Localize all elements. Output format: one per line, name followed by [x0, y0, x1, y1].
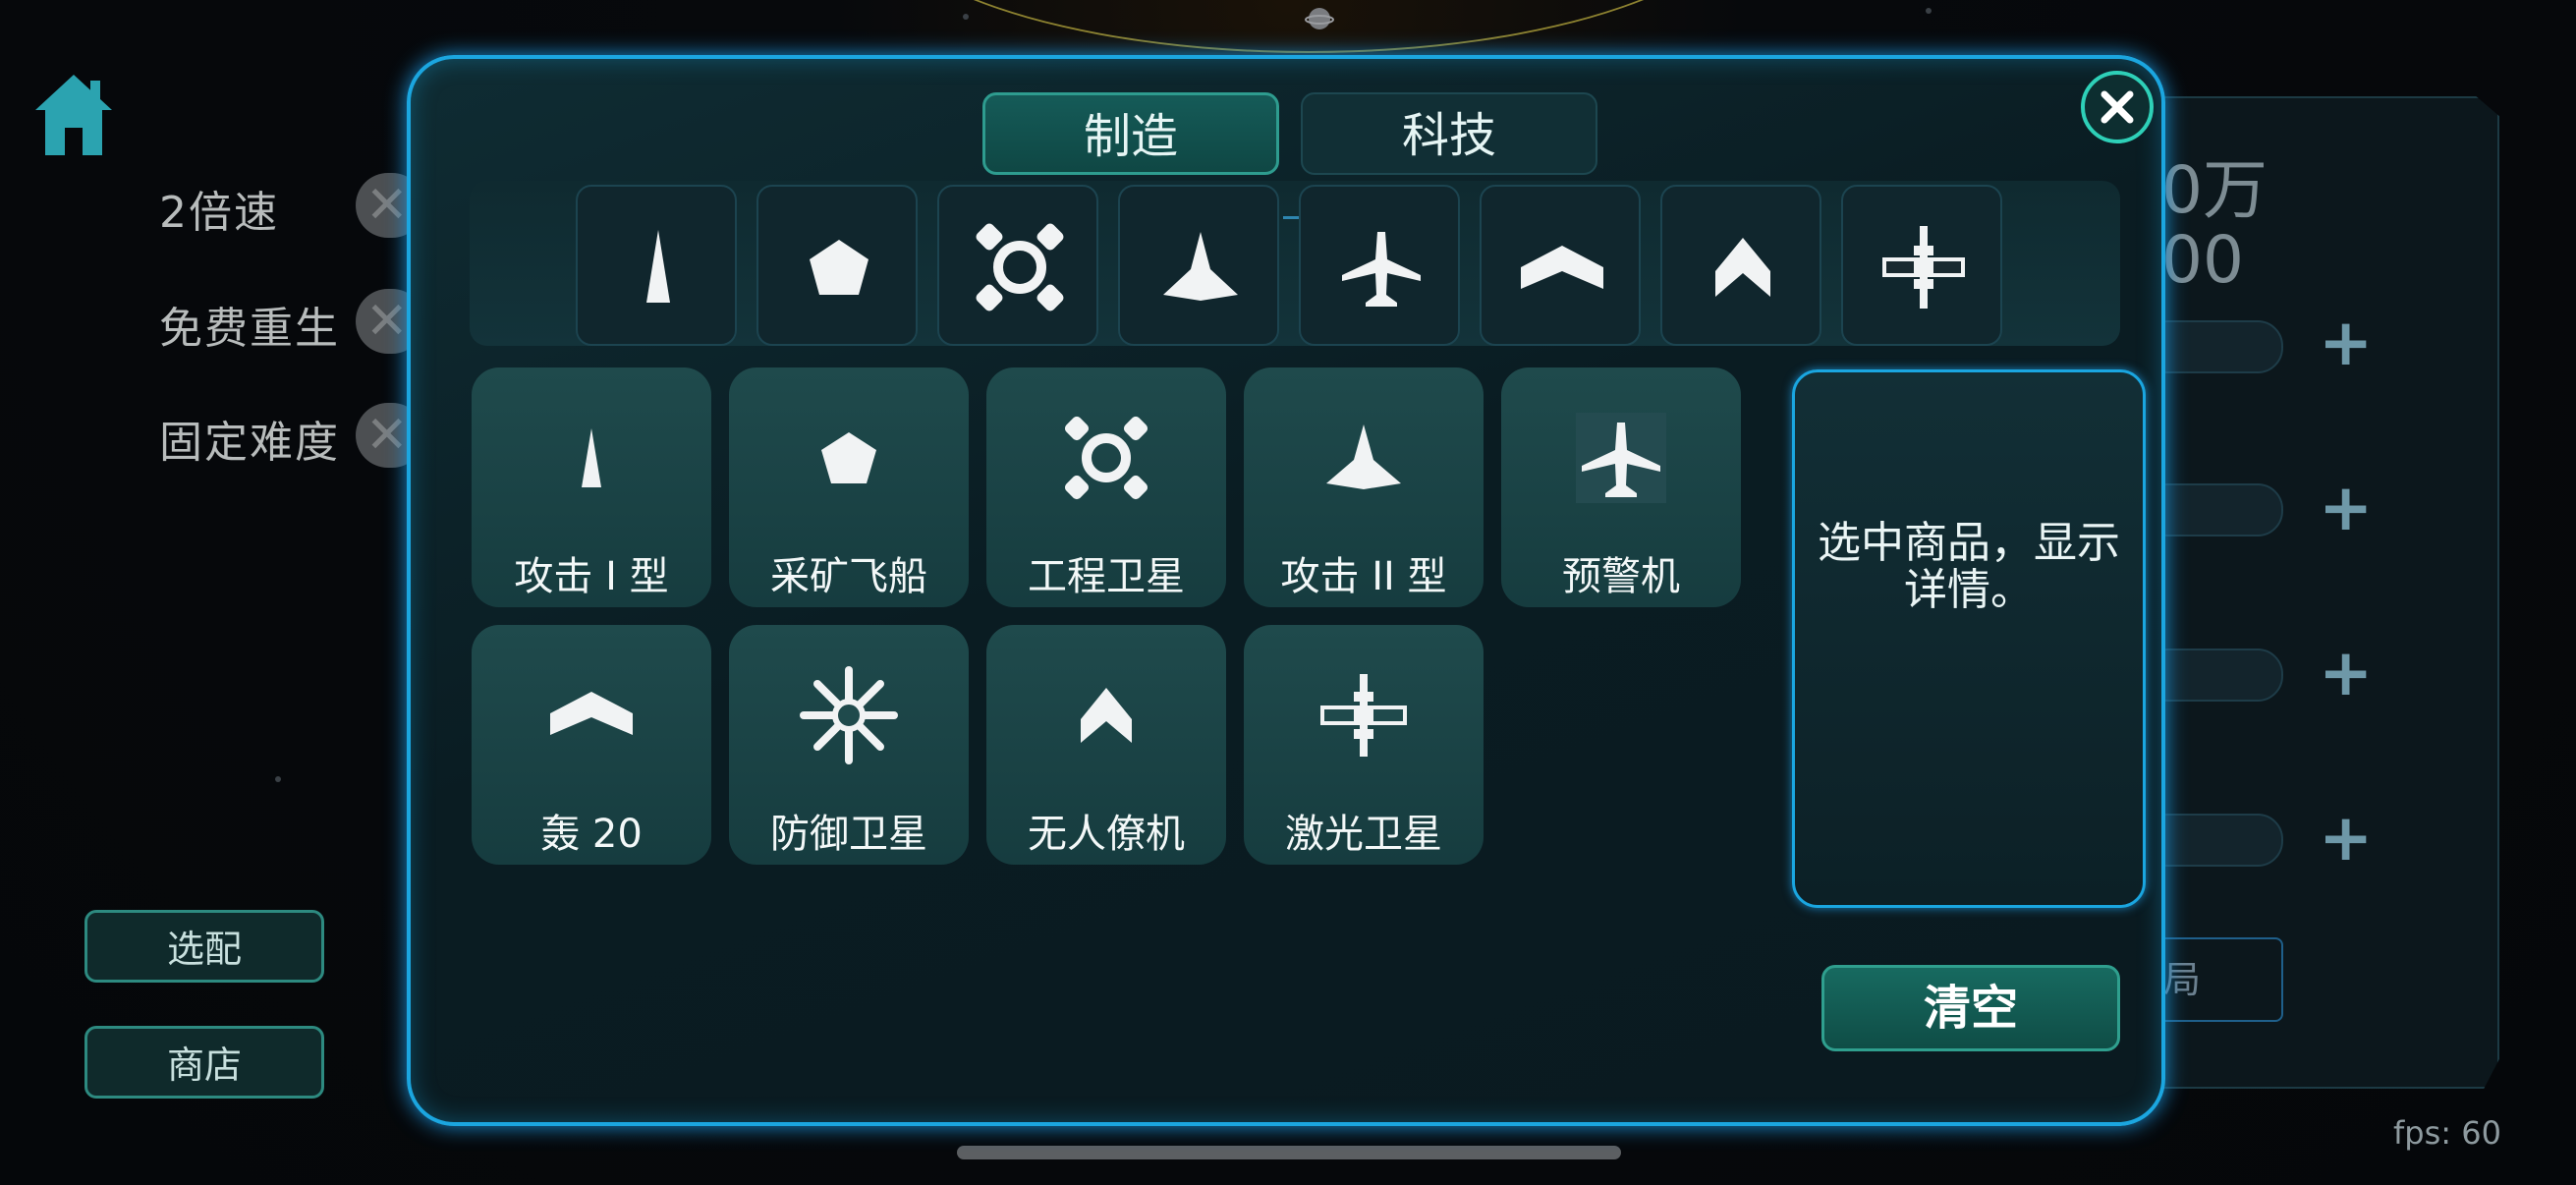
category-mining-ship[interactable] [756, 185, 918, 346]
mining-ship-icon [810, 240, 868, 295]
plus-icon: + [2319, 800, 2374, 875]
home-indicator-bar [957, 1146, 1621, 1159]
fps-counter: fps: 60 [2393, 1114, 2501, 1152]
item-mining-ship[interactable]: 采矿飞船 [729, 367, 969, 607]
attack-i-icon [646, 230, 670, 303]
attack-i-icon [582, 428, 601, 487]
category-engineering-satellite[interactable] [937, 185, 1098, 346]
item-bomber[interactable]: 轰 20 [472, 625, 711, 865]
shop-dialog: 制造 科技 攻击 I 型 采矿飞船 工程卫星 攻击 II 型 预警机 轰 20 … [407, 55, 2165, 1126]
item-awacs[interactable]: 预警机 [1501, 367, 1741, 607]
tab-tech[interactable]: 科技 [1301, 92, 1597, 175]
item-laser-satellite[interactable]: 激光卫星 [1244, 625, 1484, 865]
laser-satellite-icon [1882, 226, 1965, 309]
plus-icon: + [2319, 635, 2374, 710]
awacs-icon [1576, 413, 1666, 503]
engineering-satellite-icon [976, 223, 1064, 311]
item-label: 预警机 [1562, 554, 1680, 599]
bomber-icon [550, 692, 633, 735]
category-drone[interactable] [1660, 185, 1821, 346]
planet-icon [1305, 8, 1334, 29]
bomber-icon [1521, 246, 1603, 289]
speed-option-label: 2倍速 [159, 188, 279, 238]
fixed-difficulty-label: 固定难度 [159, 418, 340, 468]
background-text-count: 00 [2161, 222, 2244, 298]
background-star [1926, 8, 1932, 14]
engineering-satellite-icon [1064, 416, 1148, 500]
item-engineering-satellite[interactable]: 工程卫星 [986, 367, 1226, 607]
item-label: 工程卫星 [1028, 554, 1185, 599]
category-awacs[interactable] [1299, 185, 1460, 346]
loadout-button[interactable]: 选配 [84, 910, 324, 983]
category-attack-ii[interactable] [1118, 185, 1279, 346]
category-attack-i[interactable] [576, 185, 737, 346]
home-icon[interactable] [31, 71, 116, 159]
awacs-icon [1342, 232, 1421, 307]
item-label: 无人僚机 [1028, 812, 1185, 857]
shop-button[interactable]: 商店 [84, 1026, 324, 1099]
detail-placeholder-text: 选中商品，显示详情。 [1818, 518, 2120, 615]
item-drone[interactable]: 无人僚机 [986, 625, 1226, 865]
item-label: 攻击 I 型 [514, 554, 669, 599]
item-label: 采矿飞船 [770, 554, 927, 599]
clear-button[interactable]: 清空 [1821, 965, 2120, 1051]
item-label: 防御卫星 [770, 812, 927, 857]
category-laser-satellite[interactable] [1841, 185, 2002, 346]
item-label: 激光卫星 [1285, 812, 1442, 857]
mining-ship-icon [821, 432, 876, 483]
category-bomber[interactable] [1480, 185, 1641, 346]
close-button[interactable] [2081, 71, 2154, 143]
item-defense-satellite[interactable]: 防御卫星 [729, 625, 969, 865]
laser-satellite-icon [1320, 674, 1407, 757]
drone-icon [1715, 238, 1770, 297]
background-star [275, 776, 281, 782]
free-respawn-label: 免费重生 [159, 304, 340, 354]
attack-ii-icon [1163, 232, 1238, 301]
plus-icon: + [2319, 470, 2374, 545]
background-star [963, 14, 969, 20]
item-label: 攻击 II 型 [1280, 554, 1447, 599]
item-attack-ii[interactable]: 攻击 II 型 [1244, 367, 1484, 607]
tab-make[interactable]: 制造 [982, 92, 1279, 175]
plus-icon: + [2319, 305, 2374, 380]
close-icon [2100, 90, 2134, 124]
item-attack-i[interactable]: 攻击 I 型 [472, 367, 711, 607]
attack-ii-icon [1326, 424, 1401, 489]
drone-icon [1081, 688, 1132, 743]
item-detail-panel: 选中商品，显示详情。 [1792, 369, 2146, 908]
defense-satellite-icon [800, 666, 898, 764]
background-text-amount: 0万 [2161, 152, 2268, 228]
item-label: 轰 20 [540, 812, 643, 857]
